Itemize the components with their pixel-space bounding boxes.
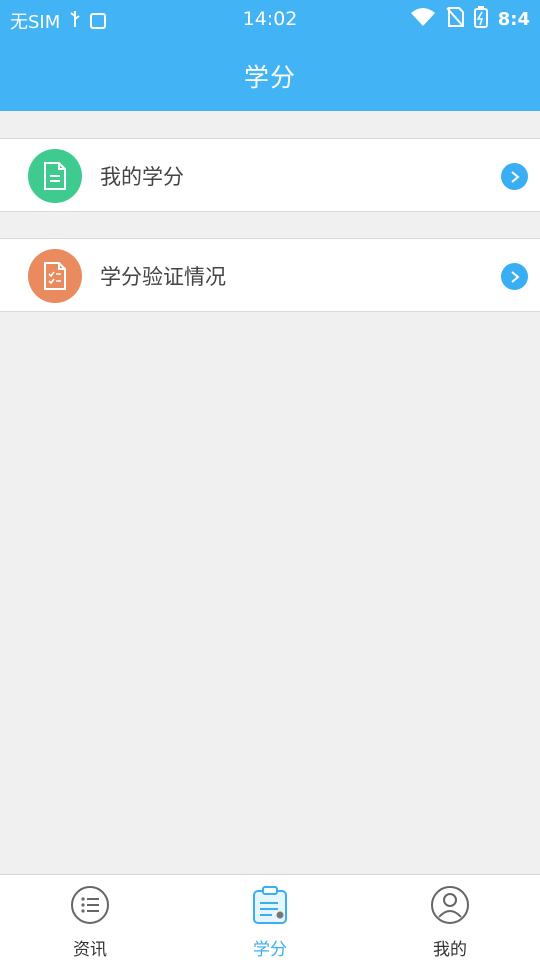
- no-sim-icon: [446, 7, 464, 32]
- document-icon: [28, 149, 82, 203]
- app-header: 无SIM 14:02 8:4 学分: [0, 0, 540, 111]
- menu-item-credit-verification[interactable]: 学分验证情况: [0, 238, 540, 312]
- clipboard-icon: [250, 885, 290, 925]
- wifi-icon: [410, 7, 436, 32]
- menu-label: 学分验证情况: [100, 265, 226, 289]
- tab-label: 我的: [433, 940, 467, 960]
- bottom-tab-bar: 资讯 学分 我的: [0, 874, 540, 960]
- menu-label: 我的学分: [100, 165, 184, 189]
- menu-item-my-credits[interactable]: 我的学分: [0, 138, 540, 212]
- page-title: 学分: [243, 63, 296, 92]
- tab-label: 资讯: [73, 940, 107, 960]
- tab-credits[interactable]: 学分: [180, 875, 360, 960]
- list-icon: [70, 885, 110, 925]
- tab-label: 学分: [253, 940, 287, 960]
- battery-icon: [473, 6, 488, 33]
- checklist-icon: [28, 249, 82, 303]
- status-right: 8:4: [410, 6, 530, 33]
- status-bar: 无SIM 14:02 8:4: [0, 0, 540, 38]
- tab-mine[interactable]: 我的: [360, 875, 540, 960]
- tab-news[interactable]: 资讯: [0, 875, 180, 960]
- user-icon: [430, 885, 470, 925]
- chevron-right-icon: [501, 163, 528, 190]
- battery-text: 8:4: [497, 9, 530, 30]
- chevron-right-icon: [501, 263, 528, 290]
